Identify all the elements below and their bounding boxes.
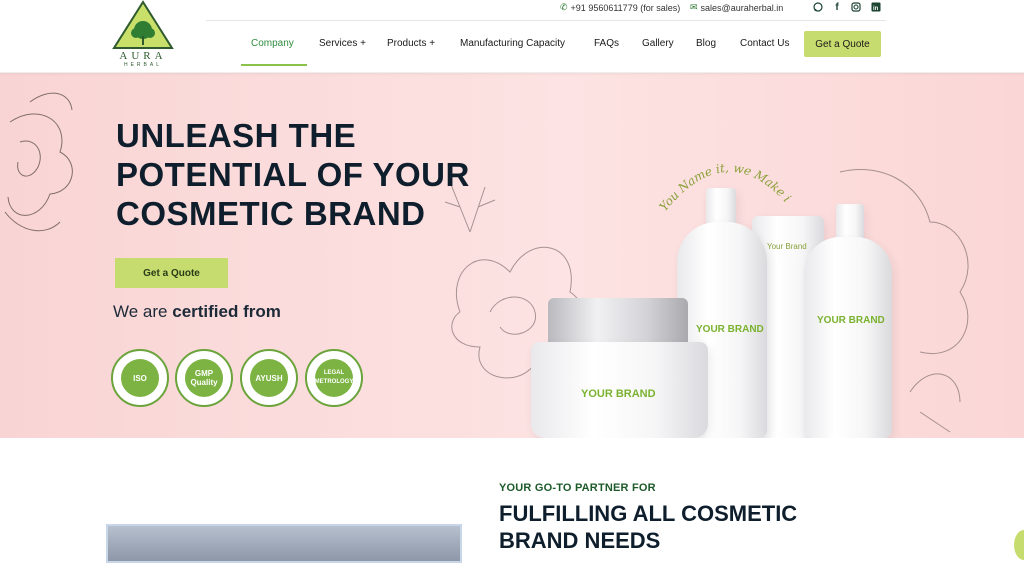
hero-headline-line-2: POTENTIAL OF YOUR xyxy=(116,156,470,193)
phone-link[interactable]: ✆ +91 9560611779 (for sales) xyxy=(560,2,680,13)
nav-gallery[interactable]: Gallery xyxy=(642,38,674,49)
floating-action-button[interactable] xyxy=(1014,530,1024,560)
gmp-badge-label: GMP Quality xyxy=(185,359,223,397)
pump-brand-label: YOUR BRAND xyxy=(817,315,885,326)
nav-contact-us[interactable]: Contact Us xyxy=(740,38,789,49)
hero-banner: UNLEASH THE POTENTIAL OF YOUR COSMETIC B… xyxy=(0,72,1024,438)
partner-section: YOUR GO-TO PARTNER FOR FULFILLING ALL CO… xyxy=(0,438,1024,563)
nav-faqs[interactable]: FAQs xyxy=(594,38,619,49)
hero-get-quote-button[interactable]: Get a Quote xyxy=(115,258,228,288)
nav-blog[interactable]: Blog xyxy=(696,38,716,49)
header-get-quote-button[interactable]: Get a Quote xyxy=(804,31,881,57)
nav-manufacturing-capacity[interactable]: Manufacturing Capacity xyxy=(460,38,565,49)
certified-bold: certified from xyxy=(172,302,281,321)
phone-number: +91 9560611779 (for sales) xyxy=(570,2,681,13)
mail-icon: ✉ xyxy=(690,2,698,12)
legal-metrology-badge-label: LEGAL METROLOGY xyxy=(315,359,353,397)
factory-image xyxy=(106,524,462,563)
jar-brand-label: YOUR BRAND xyxy=(581,388,656,400)
bottle-brand-label: YOUR BRAND xyxy=(696,324,764,335)
nav-company[interactable]: Company xyxy=(251,38,294,49)
partner-heading-line-2: BRAND NEEDS xyxy=(499,528,661,553)
partner-heading-line-1: FULFILLING ALL COSMETIC xyxy=(499,501,798,526)
partner-heading: FULFILLING ALL COSMETIC BRAND NEEDS xyxy=(499,500,797,554)
certified-heading: We are certified from xyxy=(113,302,281,322)
legal-metrology-badge: LEGAL METROLOGY xyxy=(305,349,363,407)
product-pump-bottle xyxy=(804,237,892,438)
facebook-icon[interactable]: f xyxy=(831,1,843,13)
ayush-badge-label: AYUSH xyxy=(250,359,288,397)
nav-services[interactable]: Services + xyxy=(319,38,366,49)
phone-icon: ✆ xyxy=(560,2,568,12)
jar-lid xyxy=(548,298,688,344)
whatsapp-icon[interactable] xyxy=(812,1,824,13)
linkedin-icon[interactable]: in xyxy=(870,1,882,13)
flower-illustration-left xyxy=(4,92,73,232)
logo-wordmark: AURA xyxy=(119,50,167,62)
contact-topbar: ✆ +91 9560611779 (for sales) ✉ sales@aur… xyxy=(206,0,886,21)
partner-eyebrow: YOUR GO-TO PARTNER FOR xyxy=(499,482,656,494)
nav-active-indicator xyxy=(241,64,307,66)
iso-certification-badge: ISO xyxy=(111,349,169,407)
tube-brand-label: Your Brand xyxy=(767,242,807,251)
svg-text:in: in xyxy=(873,6,879,12)
logo-subtext: HERBAL xyxy=(123,62,162,68)
email-address: sales@auraherbal.in xyxy=(700,2,784,13)
certified-prefix: We are xyxy=(113,302,168,321)
hero-headline: UNLEASH THE POTENTIAL OF YOUR COSMETIC B… xyxy=(116,116,536,233)
site-header: AURA HERBAL ✆ +91 9560611779 (for sales)… xyxy=(0,0,1024,73)
gmp-certification-badge: GMP Quality xyxy=(175,349,233,407)
hero-headline-line-3: COSMETIC BRAND xyxy=(116,195,426,232)
nav-products[interactable]: Products + xyxy=(387,38,435,49)
hero-headline-line-1: UNLEASH THE xyxy=(116,117,357,154)
instagram-icon[interactable] xyxy=(850,1,862,13)
iso-badge-label: ISO xyxy=(121,359,159,397)
ayush-certification-badge: AYUSH xyxy=(240,349,298,407)
email-link[interactable]: ✉ sales@auraherbal.in xyxy=(690,2,783,13)
